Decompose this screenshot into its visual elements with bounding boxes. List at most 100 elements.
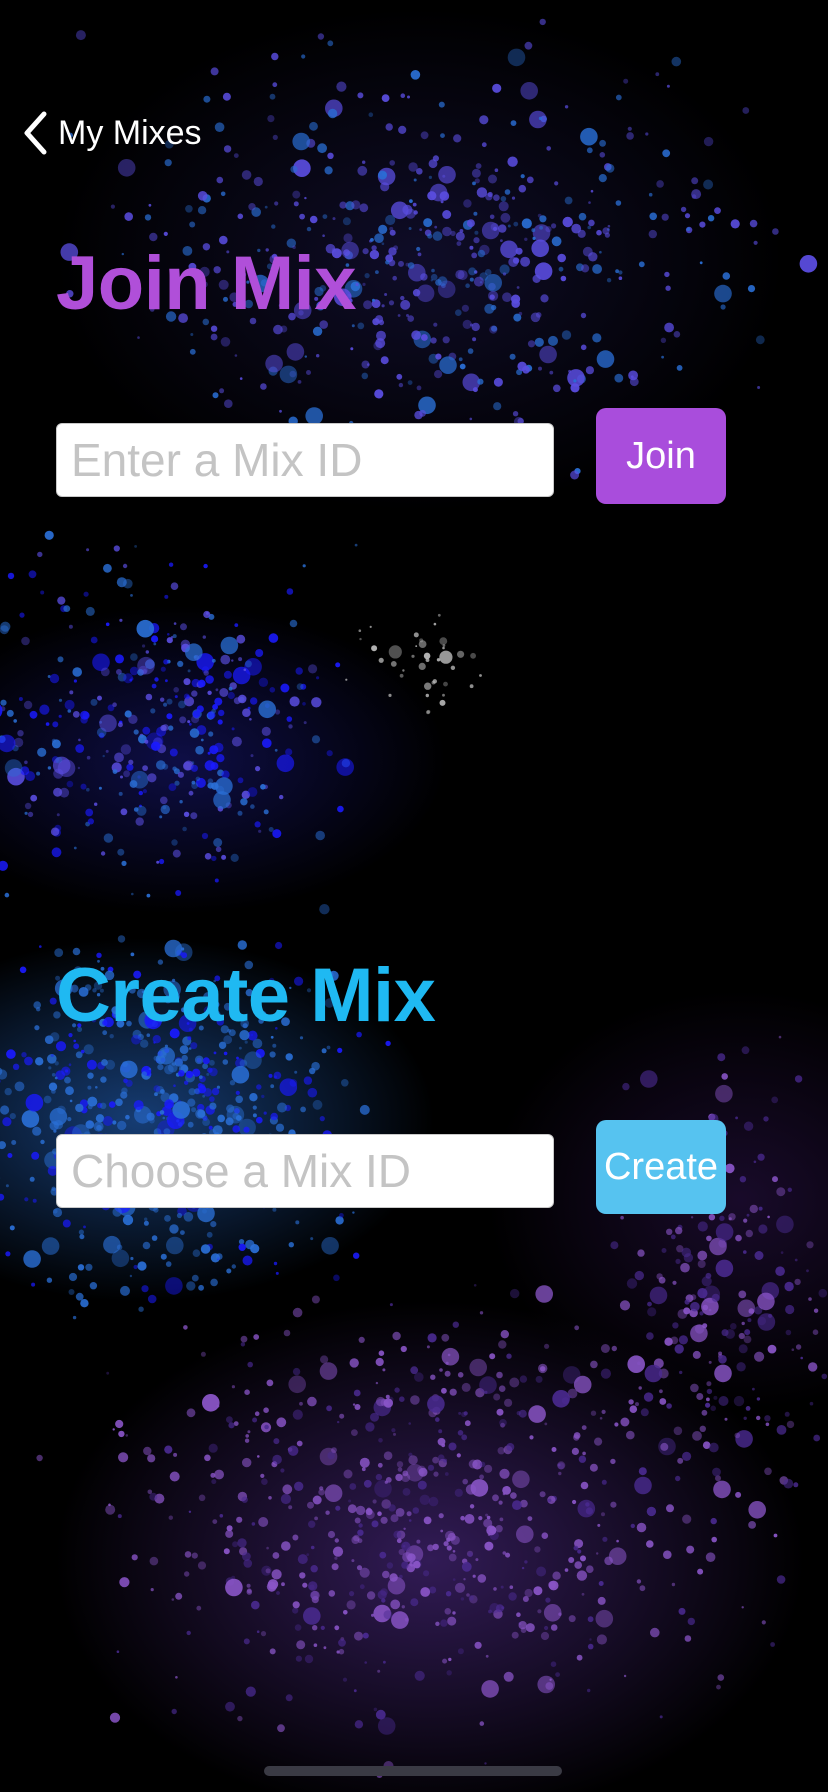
splatter-dot bbox=[272, 82, 278, 88]
splatter-dot bbox=[484, 1541, 494, 1551]
splatter-dot bbox=[646, 1540, 654, 1548]
splatter-dot bbox=[675, 1226, 683, 1235]
splatter-dot bbox=[666, 84, 670, 88]
splatter-dot bbox=[664, 1337, 673, 1346]
splatter-dot bbox=[179, 1045, 189, 1054]
splatter-dot bbox=[202, 1057, 210, 1065]
splatter-dot bbox=[437, 1437, 446, 1446]
join-mix-id-input[interactable] bbox=[56, 423, 554, 497]
splatter-dot bbox=[197, 679, 206, 688]
splatter-dot bbox=[172, 634, 177, 639]
splatter-dot bbox=[73, 846, 77, 850]
splatter-dot bbox=[650, 1627, 660, 1638]
splatter-dot bbox=[244, 1389, 250, 1395]
splatter-dot bbox=[357, 165, 368, 176]
splatter-dot bbox=[353, 1689, 357, 1693]
splatter-dot bbox=[86, 548, 90, 552]
splatter-dot bbox=[481, 221, 500, 240]
splatter-dot bbox=[498, 1385, 506, 1392]
create-mix-id-input[interactable] bbox=[56, 1134, 554, 1208]
join-button[interactable]: Join bbox=[596, 408, 726, 504]
splatter-dot bbox=[433, 1471, 439, 1477]
splatter-dot bbox=[410, 1395, 420, 1405]
splatter-dot bbox=[126, 763, 134, 771]
splatter-dot bbox=[69, 690, 74, 695]
splatter-dot bbox=[285, 1694, 293, 1702]
splatter-dot bbox=[335, 1505, 341, 1511]
splatter-dot bbox=[37, 551, 43, 558]
splatter-dot bbox=[535, 1375, 543, 1383]
splatter-dot bbox=[270, 1112, 279, 1121]
splatter-dot bbox=[218, 1041, 227, 1050]
splatter-dot bbox=[419, 228, 423, 232]
splatter-dot bbox=[250, 697, 258, 705]
splatter-dot bbox=[385, 260, 390, 265]
splatter-dot bbox=[500, 196, 507, 202]
splatter-dot bbox=[397, 1467, 403, 1472]
splatter-dot bbox=[634, 1476, 652, 1495]
splatter-dot bbox=[258, 700, 277, 719]
splatter-dot bbox=[439, 699, 446, 706]
splatter-dot bbox=[485, 193, 493, 201]
splatter-dot bbox=[317, 143, 327, 154]
splatter-dot bbox=[408, 227, 412, 230]
splatter-dot bbox=[649, 1286, 668, 1305]
splatter-dot bbox=[228, 686, 233, 691]
splatter-dot bbox=[162, 1116, 166, 1120]
splatter-dot bbox=[469, 684, 474, 689]
splatter-dot bbox=[334, 1625, 340, 1631]
splatter-dot bbox=[279, 365, 298, 384]
splatter-dot bbox=[401, 1561, 409, 1569]
splatter-dot bbox=[461, 1561, 472, 1572]
create-button[interactable]: Create bbox=[596, 1120, 726, 1214]
splatter-dot bbox=[327, 1530, 336, 1539]
splatter-dot bbox=[208, 1125, 213, 1130]
splatter-dot bbox=[57, 596, 66, 605]
splatter-dot bbox=[516, 1411, 521, 1416]
splatter-dot bbox=[683, 1307, 691, 1315]
splatter-dot bbox=[589, 1638, 592, 1641]
splatter-dot bbox=[637, 1249, 645, 1257]
splatter-dot bbox=[187, 1121, 194, 1128]
splatter-dot bbox=[399, 673, 404, 678]
splatter-dot bbox=[288, 1375, 307, 1394]
splatter-dot bbox=[618, 270, 623, 275]
splatter-dot bbox=[619, 1300, 631, 1311]
splatter-dot bbox=[183, 1325, 188, 1330]
splatter-dot bbox=[216, 754, 225, 763]
splatter-dot bbox=[440, 1529, 444, 1533]
splatter-dot bbox=[585, 366, 595, 375]
splatter-dot bbox=[359, 1457, 370, 1468]
splatter-dot bbox=[281, 1582, 285, 1587]
splatter-dot bbox=[242, 1457, 252, 1468]
splatter-dot bbox=[471, 322, 480, 332]
splatter-dot bbox=[628, 1399, 634, 1405]
splatter-dot bbox=[142, 1241, 151, 1250]
splatter-dot bbox=[600, 1344, 610, 1353]
splatter-dot bbox=[197, 1109, 206, 1118]
splatter-dot bbox=[253, 1334, 260, 1340]
splatter-dot bbox=[795, 1344, 802, 1350]
splatter-dot bbox=[364, 273, 370, 279]
splatter-dot bbox=[220, 636, 239, 655]
splatter-dot bbox=[359, 1104, 370, 1115]
back-button[interactable]: My Mixes bbox=[22, 110, 202, 156]
splatter-dot bbox=[131, 1554, 138, 1561]
splatter-dot bbox=[292, 132, 311, 151]
splatter-dot bbox=[145, 650, 149, 654]
splatter-dot bbox=[250, 754, 254, 758]
splatter-dot bbox=[31, 1151, 40, 1160]
splatter-dot bbox=[588, 219, 595, 227]
splatter-dot bbox=[197, 206, 207, 215]
splatter-dot bbox=[375, 270, 379, 274]
splatter-dot bbox=[410, 70, 421, 80]
splatter-dot bbox=[638, 261, 645, 268]
splatter-dot bbox=[303, 721, 307, 725]
splatter-dot bbox=[112, 769, 118, 774]
splatter-dot bbox=[306, 226, 312, 232]
splatter-dot bbox=[263, 1407, 269, 1413]
splatter-dot bbox=[453, 134, 462, 143]
splatter-dot bbox=[475, 163, 482, 169]
splatter-dot bbox=[186, 1281, 196, 1291]
splatter-dot bbox=[296, 1440, 303, 1447]
